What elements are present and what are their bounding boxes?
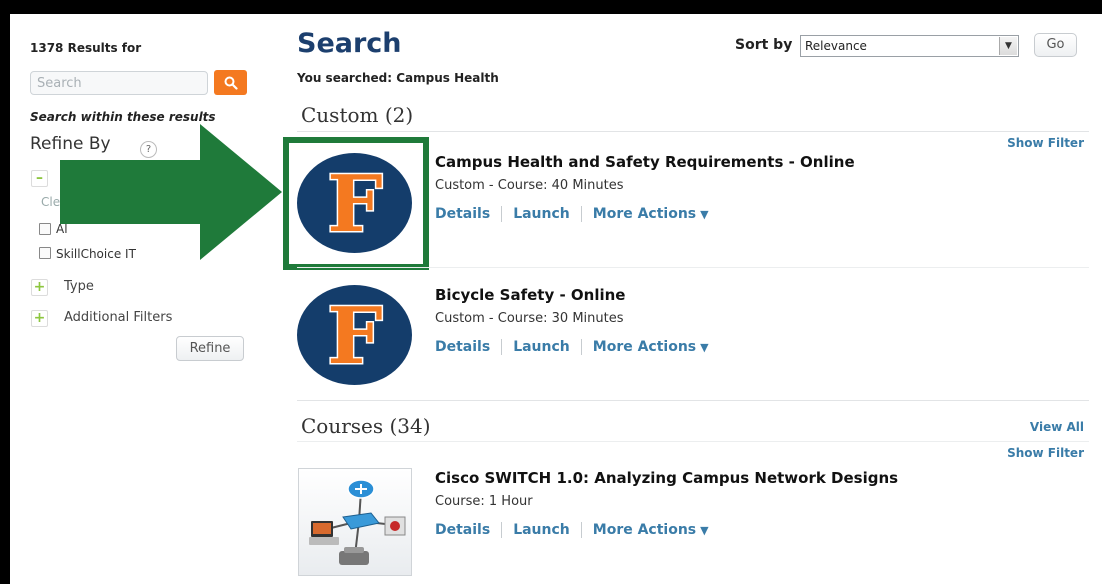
divider [501,339,503,355]
course-meta: Custom - Course: 30 Minutes [435,311,624,326]
expand-icon[interactable]: + [31,310,48,327]
refine-button[interactable]: Refine [176,336,244,361]
logo-letter: F [327,295,382,375]
course-meta: Custom - Course: 40 Minutes [435,178,624,193]
divider [297,400,1089,401]
results-count: 1378 Results for [30,41,142,55]
caret-down-icon: ▼ [700,524,709,537]
launch-link[interactable]: Launch [513,522,570,538]
section-title-courses: Courses (34) [301,414,431,438]
more-actions-link[interactable]: More Actions ▼ [593,522,709,538]
checkbox-skillchoice[interactable] [39,247,51,259]
course-thumbnail[interactable]: F [297,285,412,385]
highlight-box [283,137,429,270]
page-title: Search [297,28,402,59]
divider [580,339,582,355]
go-button[interactable]: Go [1034,33,1077,57]
caret-down-icon: ▼ [700,341,709,354]
course-meta: Course: 1 Hour [435,494,533,509]
section-title-custom: Custom (2) [301,103,414,127]
annotation-arrow-icon [60,124,282,260]
divider [297,131,1089,132]
university-logo: F [297,285,412,385]
sort-label: Sort by [735,37,793,53]
divider [580,522,582,538]
item-actions: Details Launch More Actions ▼ [435,339,709,355]
top-border [0,0,1102,14]
divider [501,522,503,538]
details-link[interactable]: Details [435,339,490,355]
launch-link[interactable]: Launch [513,206,570,222]
details-link[interactable]: Details [435,206,490,222]
more-actions-label: More Actions [592,522,697,538]
collapse-icon[interactable]: – [31,170,48,187]
sort-selected-value: Relevance [805,39,867,53]
divider [580,206,582,222]
search-within-label: Search within these results [30,110,216,124]
more-actions-label: More Actions [592,206,697,222]
network-diagram-icon [309,479,406,565]
search-within-input[interactable] [30,71,208,95]
more-actions-link[interactable]: More Actions ▼ [593,339,709,355]
more-actions-label: More Actions [592,339,697,355]
item-actions: Details Launch More Actions ▼ [435,206,709,222]
item-actions: Details Launch More Actions ▼ [435,522,709,538]
course-title-link[interactable]: Campus Health and Safety Requirements - … [435,153,855,171]
view-all-link[interactable]: View All [1030,420,1084,434]
search-query-summary: You searched: Campus Health [297,71,499,85]
details-link[interactable]: Details [435,522,490,538]
more-actions-link[interactable]: More Actions ▼ [593,206,709,222]
divider [501,206,503,222]
course-title-link[interactable]: Cisco SWITCH 1.0: Analyzing Campus Netwo… [435,469,898,487]
search-submit-button[interactable] [214,70,247,95]
expand-icon[interactable]: + [31,279,48,296]
launch-link[interactable]: Launch [513,339,570,355]
show-filter-link[interactable]: Show Filter [1007,446,1084,460]
course-thumbnail[interactable] [298,468,412,576]
divider [297,441,1089,442]
left-border [0,0,10,584]
facet-label-additional-filters[interactable]: Additional Filters [64,310,172,325]
sort-select[interactable]: Relevance ▼ [800,35,1019,57]
search-icon [224,76,238,90]
chevron-down-icon[interactable]: ▼ [999,37,1017,55]
checkbox-all[interactable] [39,223,51,235]
show-filter-link[interactable]: Show Filter [1007,136,1084,150]
f-logo-icon: F [325,295,383,375]
course-title-link[interactable]: Bicycle Safety - Online [435,286,625,304]
caret-down-icon: ▼ [700,208,709,221]
facet-label-type[interactable]: Type [64,279,94,294]
divider [297,267,1089,268]
